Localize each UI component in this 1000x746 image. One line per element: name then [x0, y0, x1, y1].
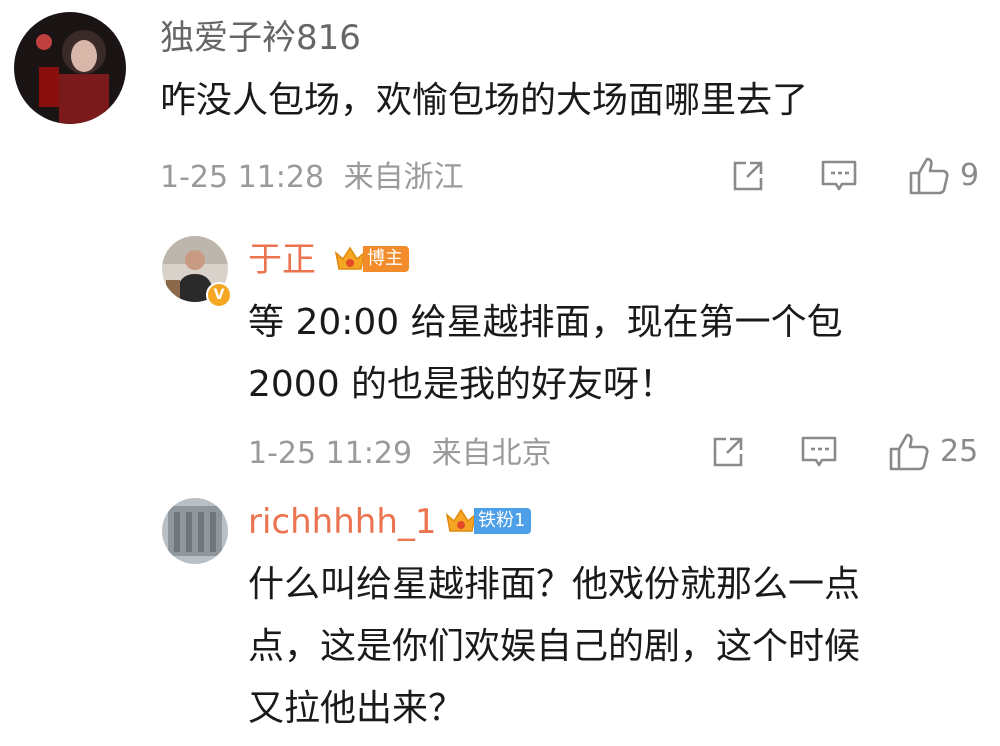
like-button[interactable]: 25 [888, 432, 978, 472]
badge-label: 铁粉1 [474, 508, 532, 534]
crown-icon [334, 246, 366, 270]
comment-meta: 1-25 11:28 来自浙江 [160, 160, 464, 196]
like-count: 9 [960, 158, 980, 193]
avatar[interactable] [162, 498, 228, 564]
location: 来自浙江 [343, 160, 464, 195]
comment-icon [821, 160, 857, 191]
avatar[interactable] [14, 12, 126, 124]
share-button[interactable] [710, 434, 746, 470]
username[interactable]: richhhhh_1 [248, 502, 437, 542]
like-count: 25 [940, 434, 979, 469]
username[interactable]: 于正 [248, 240, 316, 280]
crown-icon [445, 508, 477, 532]
like-icon [889, 433, 929, 471]
fan-badge: 铁粉1 [444, 506, 532, 536]
timestamp: 1-25 11:28 [160, 160, 325, 195]
comment-text: 等 20:00 给星越排面，现在第一个包 2000 的也是我的好友呀！ [248, 302, 843, 405]
comment-thread: 独爱子衿816 咋没人包场，欢愉包场的大场面哪里去了 1-25 11:28 来自… [0, 0, 1000, 746]
comment-text: 什么叫给星越排面？他戏份就那么一点 点，这是你们欢娱自己的剧，这个时候 又拉他出… [248, 564, 861, 729]
comment-meta: 1-25 11:29 来自北京 [248, 436, 552, 472]
comment-text: 咋没人包场，欢愉包场的大场面哪里去了 [160, 80, 809, 121]
host-badge: 博主 [333, 244, 409, 274]
comment-button[interactable] [800, 434, 838, 470]
timestamp: 1-25 11:29 [248, 436, 413, 471]
share-icon [713, 437, 743, 467]
like-icon [909, 157, 949, 195]
like-button[interactable]: 9 [908, 156, 979, 196]
verified-badge: V [206, 282, 232, 308]
location: 来自北京 [431, 436, 552, 471]
badge-label: 博主 [363, 246, 409, 272]
share-icon [733, 161, 763, 191]
share-button[interactable] [730, 158, 766, 194]
comment-icon [801, 436, 837, 467]
comment-button[interactable] [820, 158, 858, 194]
username[interactable]: 独爱子衿816 [160, 18, 361, 58]
